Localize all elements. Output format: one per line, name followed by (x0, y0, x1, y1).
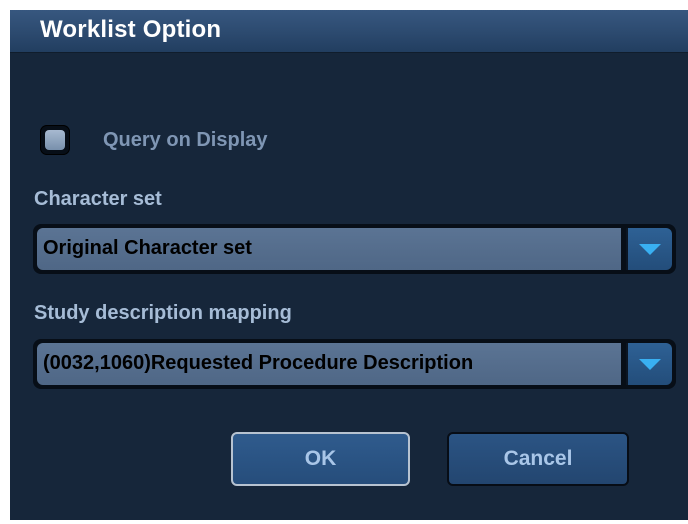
chevron-down-icon (639, 243, 661, 255)
character-set-field[interactable]: Original Character set (37, 228, 621, 270)
study-description-mapping-value: (0032,1060)Requested Procedure Descripti… (43, 352, 474, 374)
query-on-display-checkbox[interactable] (40, 125, 70, 155)
character-set-value: Original Character set (43, 237, 252, 259)
study-description-mapping-field[interactable]: (0032,1060)Requested Procedure Descripti… (37, 343, 621, 385)
checkbox-indicator (45, 130, 65, 150)
study-description-mapping-dropdown-button[interactable] (626, 343, 672, 385)
study-description-mapping-select[interactable]: (0032,1060)Requested Procedure Descripti… (33, 339, 676, 389)
chevron-down-icon (639, 358, 661, 370)
character-set-dropdown-button[interactable] (626, 228, 672, 270)
worklist-option-dialog: Worklist Option Query on Display Charact… (10, 10, 688, 520)
query-on-display-label[interactable]: Query on Display (103, 129, 268, 152)
ok-button[interactable]: OK (231, 432, 410, 486)
character-set-select[interactable]: Original Character set (33, 224, 676, 274)
dialog-titlebar: Worklist Option (10, 10, 688, 53)
query-on-display-row: Query on Display (40, 122, 268, 158)
dialog-title: Worklist Option (40, 16, 222, 43)
cancel-button[interactable]: Cancel (447, 432, 629, 486)
study-description-mapping-label: Study description mapping (34, 302, 292, 324)
character-set-label: Character set (34, 188, 162, 210)
